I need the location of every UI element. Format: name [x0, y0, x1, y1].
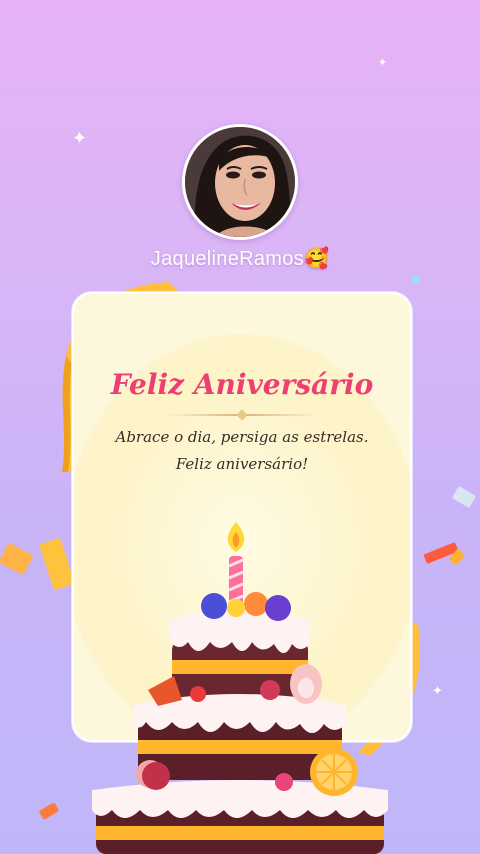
confetti-piece — [0, 542, 34, 576]
sparkle-icon: ✦ — [72, 128, 88, 149]
confetti-piece — [39, 537, 75, 591]
username-text: JaquelineRamos — [150, 248, 304, 270]
birthday-cake-icon — [92, 522, 388, 854]
confetti-piece — [451, 485, 477, 509]
sparkle-icon: ✦ — [378, 56, 388, 69]
sparkle-icon: ✦ — [432, 684, 443, 699]
card-message: Abrace o dia, persiga as estrelas. Feliz… — [115, 428, 369, 473]
avatar[interactable] — [182, 124, 298, 240]
confetti-piece — [38, 802, 60, 820]
smiling-hearts-emoji-icon: 🥰 — [303, 246, 330, 270]
username[interactable]: JaquelineRamos🥰 — [0, 246, 480, 271]
candle-icon — [227, 522, 245, 608]
confetti-piece — [410, 274, 422, 286]
user-avatar-photo-icon — [185, 127, 295, 237]
card-divider — [166, 414, 318, 416]
card-title: Feliz Aniversário — [110, 368, 374, 401]
